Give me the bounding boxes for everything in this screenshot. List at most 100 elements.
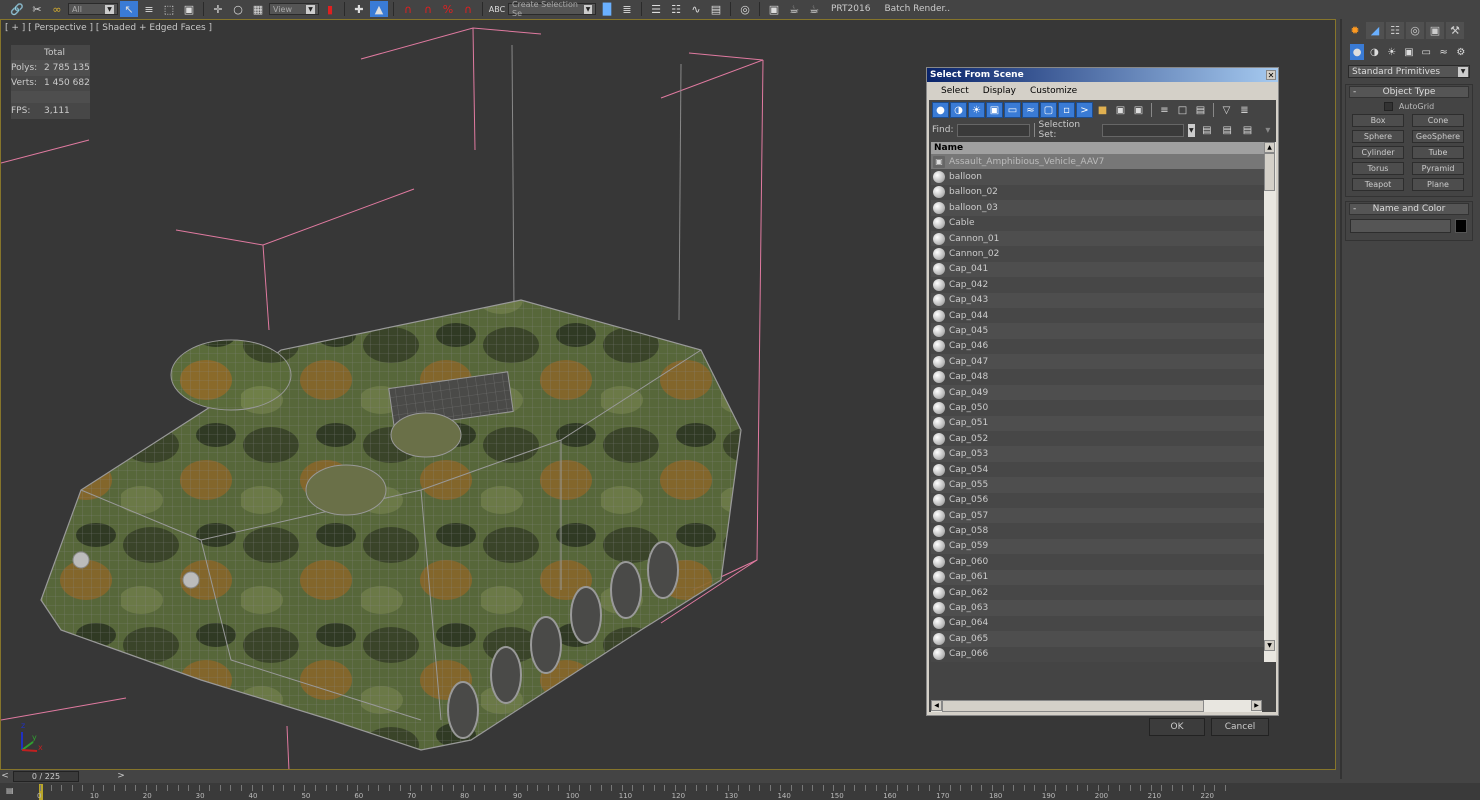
spinner-snap-icon[interactable]: ∩ bbox=[459, 1, 477, 17]
list-item[interactable]: Cap_057 bbox=[931, 507, 1264, 524]
cameras-icon[interactable]: ▣ bbox=[1402, 44, 1416, 60]
list-item[interactable]: Cap_051 bbox=[931, 415, 1264, 432]
filter-icon[interactable]: ▽ bbox=[1218, 102, 1235, 118]
shapes-icon[interactable]: ◑ bbox=[1367, 44, 1381, 60]
select-object-icon[interactable]: ↖ bbox=[120, 1, 138, 17]
object-name-input[interactable] bbox=[1350, 219, 1451, 233]
viewport-label[interactable]: [ + ] [ Perspective ] [ Shaded + Edged F… bbox=[5, 23, 212, 33]
add-selection-set-icon[interactable]: ▤ bbox=[1199, 122, 1215, 138]
trackbar[interactable]: ▤ 0 10 20 30 40 50 60 70 80 90 100 110 120 130 140 150 1… bbox=[0, 783, 1480, 800]
dialog-title-bar[interactable]: Select From Scene ✕ bbox=[927, 68, 1278, 82]
render-icon[interactable]: ☕ bbox=[805, 1, 823, 17]
list-item[interactable]: Cap_048 bbox=[931, 369, 1264, 385]
select-manipulate-icon[interactable]: ✚ bbox=[350, 1, 368, 17]
sphere-button[interactable]: Sphere bbox=[1352, 130, 1404, 143]
pyramid-button[interactable]: Pyramid bbox=[1412, 162, 1464, 175]
list-item[interactable]: Cap_064 bbox=[931, 615, 1264, 632]
lights-filter-icon[interactable]: ☀ bbox=[968, 102, 985, 118]
rendered-frame-icon[interactable]: ☕ bbox=[785, 1, 803, 17]
hidden-icon[interactable]: ▣ bbox=[1130, 102, 1147, 118]
edit-named-selection-icon[interactable]: ABC bbox=[488, 1, 506, 17]
window-crossing-icon[interactable]: ▣ bbox=[180, 1, 198, 17]
named-selection-dropdown[interactable]: Create Selection Se ▼ bbox=[508, 0, 596, 18]
rect-selection-icon[interactable]: ⬚ bbox=[160, 1, 178, 17]
list-item[interactable]: balloon bbox=[931, 169, 1264, 185]
tube-button[interactable]: Tube bbox=[1412, 146, 1464, 159]
cancel-button[interactable]: Cancel bbox=[1211, 718, 1269, 736]
list-item[interactable]: Cap_054 bbox=[931, 461, 1264, 478]
unlink-icon[interactable]: ✂ bbox=[28, 1, 46, 17]
object-color-swatch[interactable] bbox=[1455, 219, 1467, 233]
torus-button[interactable]: Torus bbox=[1352, 162, 1404, 175]
vertical-scrollbar[interactable]: ▲ ▼ bbox=[1264, 142, 1276, 662]
align-icon[interactable]: ≣ bbox=[618, 1, 636, 17]
bones-filter-icon[interactable]: > bbox=[1076, 102, 1093, 118]
edit-selection-set-icon[interactable]: ▤ bbox=[1239, 122, 1255, 138]
menu-display[interactable]: Display bbox=[983, 86, 1016, 96]
menu-select[interactable]: Select bbox=[941, 86, 969, 96]
box-button[interactable]: Box bbox=[1352, 114, 1404, 127]
column-header-name[interactable]: Name bbox=[931, 142, 1264, 154]
list-item[interactable]: Cap_053 bbox=[931, 446, 1264, 462]
list-item[interactable]: Cap_042 bbox=[931, 277, 1264, 293]
systems-icon[interactable]: ⚙ bbox=[1454, 44, 1468, 60]
remove-selection-set-icon[interactable]: ▤ bbox=[1219, 122, 1235, 138]
move-icon[interactable]: ✛ bbox=[209, 1, 227, 17]
list-item[interactable]: Cap_065 bbox=[931, 631, 1264, 647]
list-item[interactable]: Cap_052 bbox=[931, 431, 1264, 447]
lights-icon[interactable]: ☀ bbox=[1385, 44, 1399, 60]
geometry-icon[interactable]: ● bbox=[1350, 44, 1365, 60]
create-icon[interactable]: ✹ bbox=[1346, 22, 1364, 39]
menu-customize[interactable]: Customize bbox=[1030, 86, 1077, 96]
list-item[interactable]: Cap_049 bbox=[931, 384, 1264, 401]
scroll-right-icon[interactable]: ▶ bbox=[1251, 700, 1262, 711]
find-input[interactable] bbox=[957, 123, 1030, 137]
scale-icon[interactable]: ▦ bbox=[249, 1, 267, 17]
select-by-name-icon[interactable]: ≡ bbox=[140, 1, 158, 17]
list-item[interactable]: Cap_045 bbox=[931, 323, 1264, 339]
list-item[interactable]: Cannon_02 bbox=[931, 246, 1264, 262]
select-invert-icon[interactable]: ▤ bbox=[1192, 102, 1209, 118]
list-item[interactable]: ▣ Assault_Amphibious_Vehicle_AAV7 bbox=[931, 154, 1264, 170]
horizontal-scrollbar[interactable]: ◀ ▶ bbox=[931, 700, 1262, 712]
scroll-up-icon[interactable]: ▲ bbox=[1264, 142, 1275, 153]
list-item[interactable]: Cap_046 bbox=[931, 338, 1264, 355]
keyboard-shortcut-override-icon[interactable]: ▲ bbox=[370, 1, 388, 17]
helpers-icon[interactable]: ▭ bbox=[1419, 44, 1433, 60]
geometry-filter-icon[interactable]: ● bbox=[932, 102, 949, 118]
list-item[interactable]: Cap_047 bbox=[931, 354, 1264, 370]
scroll-thumb[interactable] bbox=[1264, 153, 1275, 191]
spacewarps-icon[interactable]: ≈ bbox=[1436, 44, 1450, 60]
geosphere-button[interactable]: GeoSphere bbox=[1412, 130, 1464, 143]
containers-icon[interactable]: ■ bbox=[1094, 102, 1111, 118]
percent-snap-icon[interactable]: % bbox=[439, 1, 457, 17]
chevron-down-icon[interactable]: ▼ bbox=[1187, 123, 1195, 137]
shapes-filter-icon[interactable]: ◑ bbox=[950, 102, 967, 118]
bind-spacewarp-icon[interactable]: ∞ bbox=[48, 1, 66, 17]
scroll-down-icon[interactable]: ▼ bbox=[1264, 640, 1275, 651]
teapot-button[interactable]: Teapot bbox=[1352, 178, 1404, 191]
use-pivot-icon[interactable]: ▮ bbox=[321, 1, 339, 17]
list-item[interactable]: Cap_041 bbox=[931, 261, 1264, 278]
material-editor-icon[interactable]: ◎ bbox=[736, 1, 754, 17]
scroll-thumb[interactable] bbox=[942, 700, 1204, 712]
filter-list-icon[interactable]: ≣ bbox=[1236, 102, 1253, 118]
name-color-header[interactable]: - Name and Color bbox=[1349, 203, 1469, 215]
list-item[interactable]: Cap_050 bbox=[931, 400, 1264, 416]
ok-button[interactable]: OK bbox=[1149, 718, 1205, 736]
frozen-icon[interactable]: ▣ bbox=[1112, 102, 1129, 118]
schematic-view-icon[interactable]: ▤ bbox=[707, 1, 725, 17]
list-item[interactable]: balloon_03 bbox=[931, 200, 1264, 216]
list-item[interactable]: Cap_055 bbox=[931, 477, 1264, 493]
curve-editor-icon[interactable]: ∿ bbox=[687, 1, 705, 17]
curve-editor-mini-icon[interactable]: ▤ bbox=[6, 786, 26, 800]
primitive-category-dropdown[interactable]: Standard Primitives ▼ bbox=[1348, 65, 1470, 78]
ref-coord-dropdown[interactable]: View ▼ bbox=[269, 3, 319, 15]
next-frame-icon[interactable]: > bbox=[116, 771, 126, 782]
groups-filter-icon[interactable]: ▢ bbox=[1040, 102, 1057, 118]
select-all-icon[interactable]: ≡ bbox=[1156, 102, 1173, 118]
hierarchy-icon[interactable]: ☷ bbox=[1386, 22, 1404, 39]
options-icon[interactable]: ▾ bbox=[1260, 122, 1276, 138]
utilities-icon[interactable]: ⚒ bbox=[1446, 22, 1464, 39]
prt-button[interactable]: PRT2016 bbox=[825, 4, 876, 14]
